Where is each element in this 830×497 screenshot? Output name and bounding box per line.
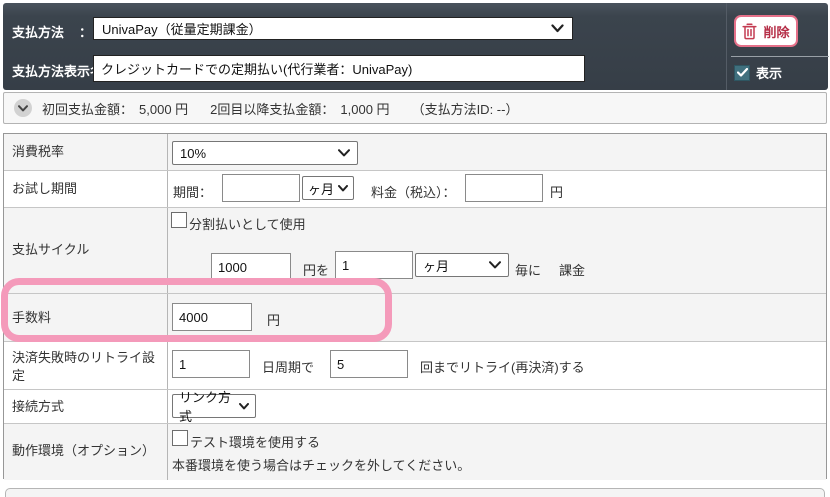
table-row-retry: 決済失敗時のリトライ設定 日周期で 回までリトライ(再決済)する xyxy=(4,342,826,390)
delete-button-label: 削除 xyxy=(763,24,790,40)
cycle-unit-select[interactable]: ヶ月 xyxy=(415,253,509,277)
chevron-down-icon xyxy=(335,184,348,192)
trial-period-unit-select[interactable]: ヶ月 xyxy=(302,176,354,200)
subsequent-payment-label: 2回目以降支払金額： xyxy=(210,101,335,117)
trial-fee-input[interactable] xyxy=(465,174,543,202)
installment-checkbox[interactable] xyxy=(171,212,187,228)
trial-fee-unit: 円 xyxy=(550,185,564,200)
first-payment-label: 初回支払金額： xyxy=(42,101,134,117)
tax-rate-label: 消費税率 xyxy=(4,134,168,170)
retry-interval-suffix: 日周期で xyxy=(262,360,315,375)
table-row-cycle: 支払サイクル 分割払いとして使用 円を ヶ月 毎に 課金 xyxy=(4,208,826,294)
cycle-charge-label: 課金 xyxy=(559,263,586,278)
trial-period-field-label: 期間： xyxy=(173,185,213,200)
header-horizontal-separator xyxy=(731,56,829,57)
fee-label: 手数料 xyxy=(4,294,168,341)
test-environment-checkbox-label: テスト環境を使用する xyxy=(190,435,321,450)
delete-button[interactable]: 削除 xyxy=(734,15,798,47)
check-icon xyxy=(736,68,748,77)
payment-summary-bar: 初回支払金額： 5,000 円 2回目以降支払金額： 1,000 円 （支払方法… xyxy=(3,92,827,124)
tax-rate-select[interactable]: 10% xyxy=(172,141,358,165)
payment-cycle-label: 支払サイクル xyxy=(4,208,168,293)
table-row-connection: 接続方式 リンク方式 xyxy=(4,390,826,424)
table-row-tax: 消費税率 10% xyxy=(4,134,826,171)
payment-method-label: 支払方法 xyxy=(12,25,65,40)
table-row-environment: 動作環境（オプション） テスト環境を使用する 本番環境を使う場合はチェックを外し… xyxy=(4,424,826,480)
payment-method-select-value: UnivaPay（従量定期課金） xyxy=(102,22,262,37)
connection-type-value: リンク方式 xyxy=(179,390,232,424)
retry-settings-label: 決済失敗時のリトライ設定 xyxy=(4,342,168,389)
display-name-input[interactable] xyxy=(93,55,585,82)
collapse-toggle[interactable] xyxy=(14,99,32,117)
connection-type-label: 接続方式 xyxy=(4,390,168,423)
fee-input[interactable] xyxy=(172,303,252,331)
chevron-down-icon xyxy=(18,104,28,111)
payment-method-colon: ： xyxy=(79,25,93,40)
payment-method-header-panel: 支払方法 ： UnivaPay（従量定期課金） 支払方法表示名： 削除 xyxy=(3,3,829,90)
subsequent-payment-value: 1,000 円 xyxy=(340,101,390,117)
tax-rate-value: 10% xyxy=(180,145,207,161)
retry-count-suffix: 回までリトライ(再決済)する xyxy=(420,360,585,375)
payment-settings-table: 消費税率 10% お試し期間 期間： ヶ月 料金（税込）： 円 支払サイクル 分… xyxy=(3,133,827,480)
trial-period-input[interactable] xyxy=(222,174,300,202)
cycle-interval-input[interactable] xyxy=(335,251,413,279)
environment-label: 動作環境（オプション） xyxy=(4,424,168,480)
connection-type-select[interactable]: リンク方式 xyxy=(172,390,256,424)
cycle-amount-input[interactable] xyxy=(211,253,291,281)
retry-count-input[interactable] xyxy=(330,350,408,378)
retry-interval-input[interactable] xyxy=(172,350,250,378)
method-id-note: （支払方法ID: --） xyxy=(411,101,519,117)
trial-period-label: お試し期間 xyxy=(4,171,168,207)
table-row-fee: 手数料 円 xyxy=(4,294,826,342)
first-payment-value: 5,000 円 xyxy=(139,101,189,117)
test-environment-checkbox[interactable] xyxy=(172,430,188,446)
show-checkbox[interactable] xyxy=(734,64,750,81)
show-checkbox-label: 表示 xyxy=(756,66,783,81)
table-row-trial: お試し期間 期間： ヶ月 料金（税込）： 円 xyxy=(4,171,826,208)
show-checkbox-row: 表示 xyxy=(734,63,782,82)
cycle-per-label: 毎に xyxy=(515,263,542,278)
cycle-amount-suffix: 円を xyxy=(303,263,330,278)
chevron-down-icon xyxy=(332,149,350,157)
next-section-bar xyxy=(5,488,825,497)
cycle-unit-value: ヶ月 xyxy=(423,258,450,274)
payment-method-select[interactable]: UnivaPay（従量定期課金） xyxy=(93,17,573,40)
chevron-down-icon xyxy=(551,24,564,33)
trial-fee-field-label: 料金（税込）： xyxy=(371,185,456,200)
chevron-down-icon xyxy=(483,261,501,269)
trash-icon xyxy=(742,23,758,39)
payment-method-settings-screen: 支払方法 ： UnivaPay（従量定期課金） 支払方法表示名： 削除 xyxy=(0,0,830,497)
fee-unit: 円 xyxy=(267,313,281,328)
environment-note: 本番環境を使う場合はチェックを外してください。 xyxy=(172,458,471,473)
header-vertical-divider xyxy=(726,3,727,90)
trial-period-unit-value: ヶ月 xyxy=(308,181,335,197)
chevron-down-icon xyxy=(235,402,249,410)
installment-checkbox-label: 分割払いとして使用 xyxy=(189,217,306,232)
